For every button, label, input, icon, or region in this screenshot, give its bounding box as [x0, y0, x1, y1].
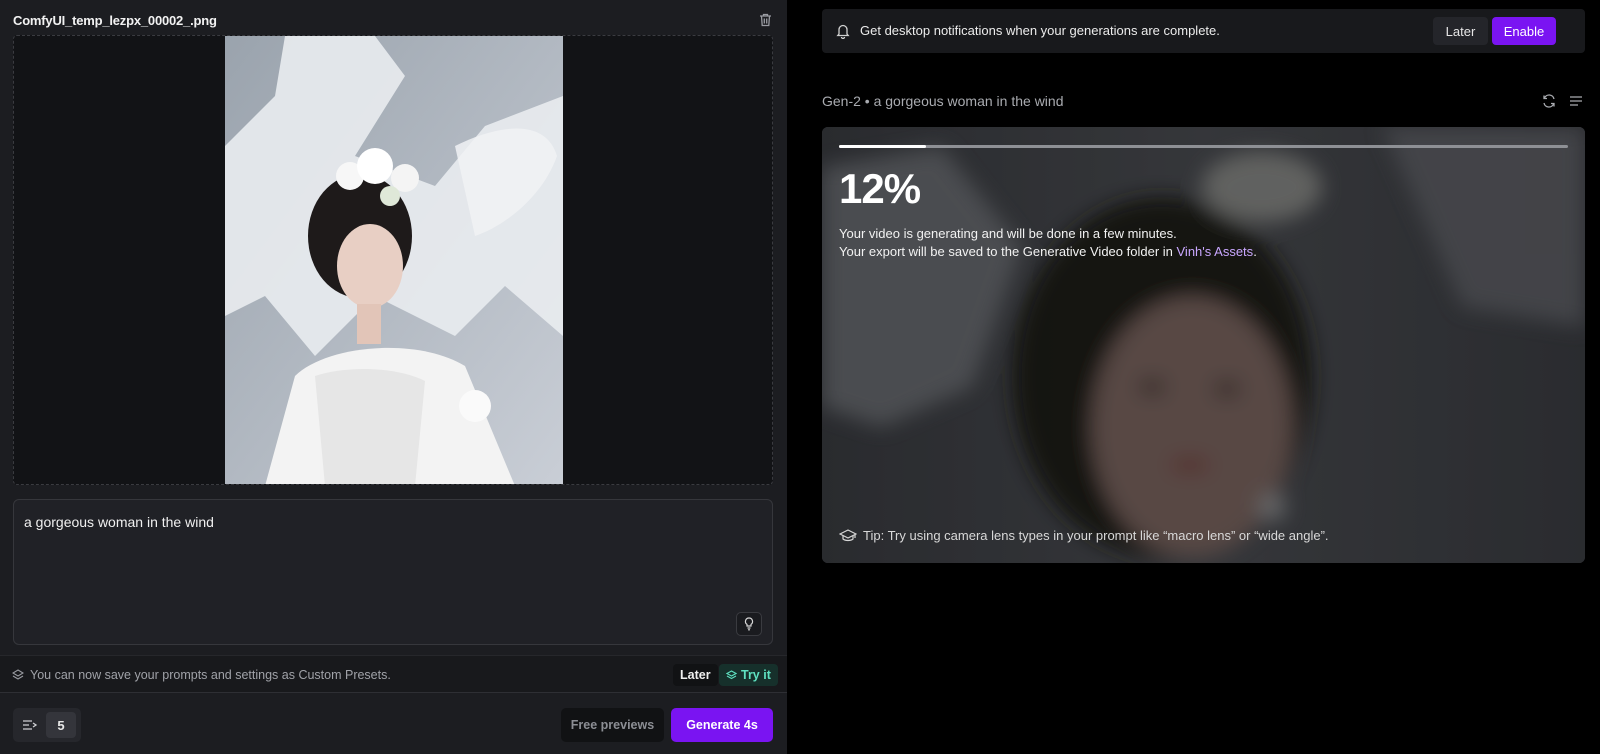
- settings-group: 5: [13, 708, 81, 742]
- notification-banner: Get desktop notifications when your gene…: [822, 9, 1585, 53]
- preset-try-button[interactable]: Try it: [719, 664, 778, 686]
- layers-icon: [726, 670, 737, 680]
- generation-card: 12% Your video is generating and will be…: [822, 127, 1585, 563]
- tip-text: Tip: Try using camera lens types in your…: [863, 528, 1329, 543]
- lightbulb-icon[interactable]: [736, 612, 762, 636]
- notification-later-button[interactable]: Later: [1433, 17, 1488, 45]
- progress-fill: [839, 145, 927, 148]
- bell-icon: [836, 23, 850, 40]
- count-display[interactable]: 5: [46, 712, 76, 738]
- status-line-2-suffix: .: [1253, 244, 1257, 259]
- notification-text: Get desktop notifications when your gene…: [860, 23, 1220, 38]
- image-preview-frame: [13, 35, 773, 485]
- list-icon[interactable]: [1569, 94, 1585, 110]
- prompt-textarea[interactable]: a gorgeous woman in the wind: [13, 499, 773, 645]
- notification-enable-button[interactable]: Enable: [1492, 17, 1556, 45]
- generate-button[interactable]: Generate 4s: [671, 708, 773, 742]
- status-line-2: Your export will be saved to the Generat…: [839, 244, 1257, 259]
- preset-try-label: Try it: [741, 668, 771, 682]
- left-panel: ComfyUI_temp_lezpx_00002_.png a gorgeous…: [0, 0, 787, 754]
- assets-link[interactable]: Vinh's Assets: [1177, 244, 1254, 259]
- sliders-icon[interactable]: [22, 718, 38, 732]
- file-header: ComfyUI_temp_lezpx_00002_.png: [13, 10, 773, 30]
- graduation-cap-icon: [838, 529, 858, 543]
- bottom-toolbar: 5 Free previews Generate 4s: [0, 693, 787, 754]
- progress-bar: [839, 145, 1568, 148]
- free-previews-button[interactable]: Free previews: [561, 708, 664, 742]
- status-line-2-prefix: Your export will be saved to the Generat…: [839, 244, 1177, 259]
- generation-preview-image: [822, 127, 1585, 563]
- status-line-1: Your video is generating and will be don…: [839, 226, 1177, 241]
- trash-icon[interactable]: [757, 12, 773, 28]
- file-name: ComfyUI_temp_lezpx_00002_.png: [13, 12, 217, 28]
- preset-banner-text: You can now save your prompts and settin…: [30, 668, 391, 682]
- layers-icon: [11, 668, 25, 680]
- prompt-text[interactable]: a gorgeous woman in the wind: [24, 514, 214, 530]
- progress-percent: 12%: [839, 165, 921, 212]
- generation-title: Gen-2 • a gorgeous woman in the wind: [822, 93, 1064, 109]
- refresh-icon[interactable]: [1542, 94, 1558, 110]
- preset-later-button[interactable]: Later: [673, 664, 718, 686]
- uploaded-image: [225, 36, 563, 484]
- right-panel: Get desktop notifications when your gene…: [787, 0, 1600, 754]
- custom-presets-banner: You can now save your prompts and settin…: [0, 655, 787, 693]
